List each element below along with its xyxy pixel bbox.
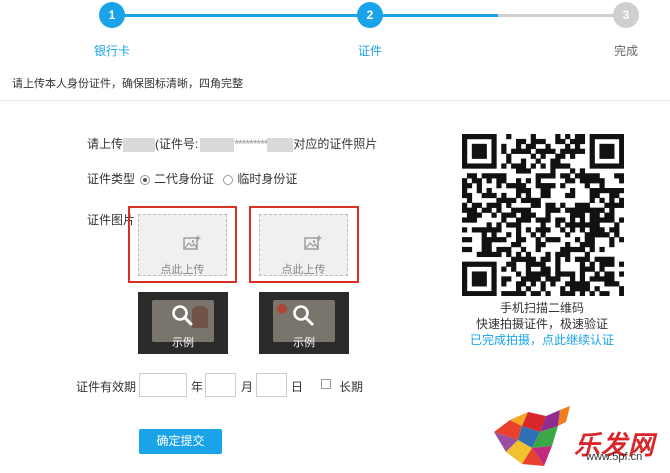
masked-name [123, 137, 156, 152]
step-2-dot: 2 [357, 2, 383, 28]
id-type-options: 二代身份证 临时身份证 [140, 170, 297, 187]
step-2-label: 证件 [357, 44, 382, 58]
validity-year-input[interactable] [139, 373, 187, 397]
front-upload-button[interactable]: 点此上传 [138, 214, 227, 276]
id-type-label: 证件类型 [87, 172, 136, 186]
prompt-mid: (证件号: [155, 137, 199, 151]
step-1-label: 银行卡 [93, 44, 130, 58]
step-connector-2-pending [498, 14, 626, 17]
year-unit: 年 [191, 380, 204, 394]
watermark-url: www.5pf.cn [586, 451, 643, 463]
front-upload-label: 点此上传 [160, 264, 205, 276]
radio-temporary-id[interactable]: 临时身份证 [223, 172, 297, 186]
submit-button[interactable]: 确定提交 [139, 429, 222, 454]
upload-hint: 请上传本人身份证件，确保图标清晰，四角完整 [12, 78, 243, 90]
radio-unselected-icon [223, 174, 234, 185]
continue-verification-link[interactable]: 已完成拍摄，点此继续认证 [442, 331, 642, 348]
masked-id-suffix [267, 137, 294, 152]
sample-emblem [277, 304, 287, 314]
day-unit: 日 [291, 380, 304, 394]
magnifier-icon [172, 305, 193, 326]
qr-code-image [462, 134, 625, 297]
back-upload-label: 点此上传 [281, 264, 326, 276]
validity-day-input[interactable] [256, 373, 287, 397]
front-sample-thumbnail[interactable]: 示例 [138, 292, 228, 354]
step-3-label: 完成 [613, 44, 638, 58]
radio-label-second-gen: 二代身份证 [154, 172, 215, 186]
sample-portrait [192, 306, 208, 328]
masked-id-prefix [200, 137, 235, 152]
month-unit: 月 [241, 380, 254, 394]
long-term-checkbox[interactable] [321, 379, 331, 389]
bull-logo-icon [494, 406, 570, 466]
qr-caption-line1: 手机扫描二维码 [499, 301, 584, 315]
step-connector-2-active [370, 14, 498, 17]
image-upload-icon [304, 235, 322, 250]
step-1-dot: 1 [99, 2, 125, 28]
divider [0, 100, 670, 101]
magnifier-icon [293, 305, 314, 326]
step-3-dot: 3 [613, 2, 639, 28]
prompt-suffix: 对应的证件照片 [293, 137, 378, 151]
radio-selected-icon [140, 174, 150, 185]
back-upload-button[interactable]: 点此上传 [259, 214, 348, 276]
upload-prompt: 请上传 (证件号: ********* 对应的证件照片 [87, 135, 377, 152]
image-upload-icon [183, 235, 201, 250]
long-term-label: 长期 [339, 380, 364, 394]
back-sample-thumbnail[interactable]: 示例 [259, 292, 349, 354]
radio-second-gen-id[interactable]: 二代身份证 [140, 172, 217, 186]
qr-caption-line2: 快速拍摄证件，极速验证 [475, 317, 608, 331]
radio-label-temporary: 临时身份证 [237, 172, 298, 186]
prompt-prefix: 请上传 [87, 137, 124, 151]
step-connector-1 [112, 14, 370, 17]
masked-id-stars: ********* [234, 137, 268, 151]
qr-code [462, 134, 625, 297]
validity-month-input[interactable] [205, 373, 236, 397]
front-sample-label: 示例 [172, 337, 194, 349]
back-sample-label: 示例 [293, 337, 315, 349]
validity-label: 证件有效期 [76, 380, 137, 394]
